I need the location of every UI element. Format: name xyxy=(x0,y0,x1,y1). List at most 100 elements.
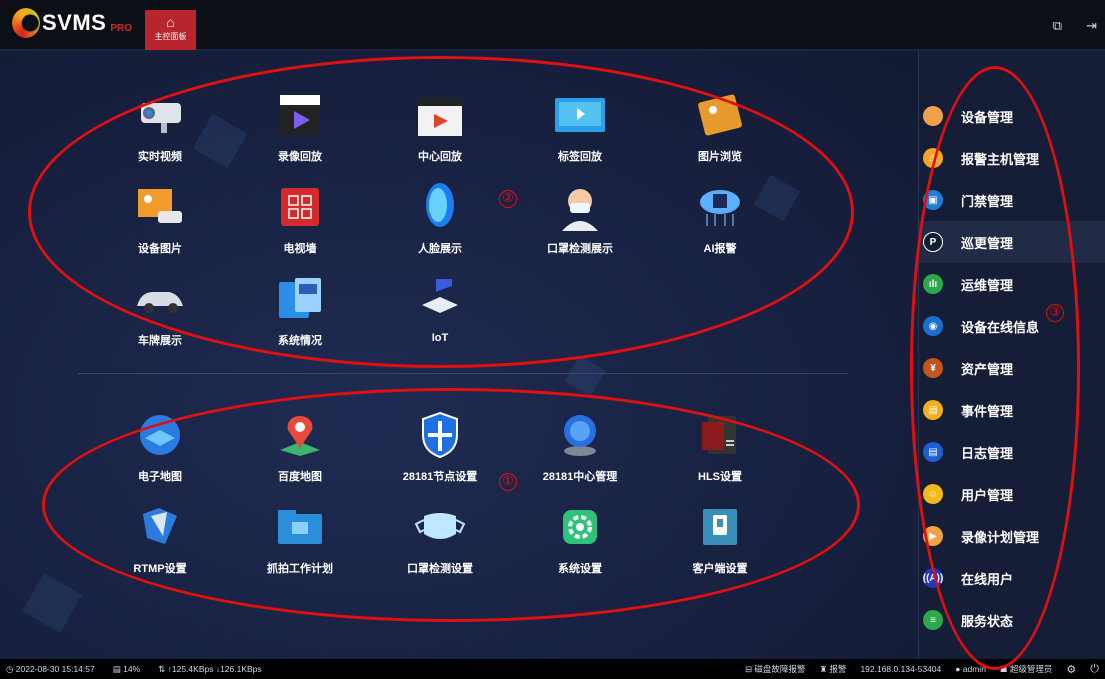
folder-icon xyxy=(272,501,328,553)
app-tile[interactable]: 录像回放 xyxy=(230,89,370,181)
app-tile-label: 电子地图 xyxy=(138,471,182,483)
iot-icon xyxy=(412,273,468,325)
sidebar-item[interactable]: ⚠ 报警主机管理 xyxy=(919,137,1105,179)
settings-gear-icon[interactable]: ⚙ xyxy=(1066,663,1076,676)
app-tile-label: 28181节点设置 xyxy=(402,471,478,483)
client-icon xyxy=(692,501,748,553)
user-role: ☗ 超级管理员 xyxy=(1000,663,1053,675)
disk-alarm-label: 磁盘故障报警 xyxy=(754,664,806,674)
disk-alarm[interactable]: ⊟ 磁盘故障报警 xyxy=(745,663,806,675)
app-grid-top: 实时视频 录像回放 中心回放 标签回放 图片浏览设备图片 电视墙 人脸展示 口罩检测展示 AI报… xyxy=(90,89,790,365)
sidebar-item[interactable]: ▣ 门禁管理 xyxy=(919,179,1105,221)
status-cpu: 14% xyxy=(123,663,141,674)
app-tile-label: 标签回放 xyxy=(558,151,602,163)
shield-icon xyxy=(412,409,468,461)
gear-icon xyxy=(552,501,608,553)
top-bar: SVMS PRO ⌂ 主控面板 ⧉ ⇥ xyxy=(0,0,1105,50)
sidebar-item[interactable]: ◉ 设备在线信息 xyxy=(919,305,1105,347)
app-tile[interactable]: 抓拍工作计划 xyxy=(230,501,370,593)
sidebar-item-label: 日志管理 xyxy=(961,445,1014,461)
app-tile-label: 设备图片 xyxy=(138,243,182,255)
app-tile[interactable]: 实时视频 xyxy=(90,89,230,181)
status-network: ↑125.4KBps ↓126.1KBps xyxy=(167,663,262,674)
app-tile-label: 抓拍工作计划 xyxy=(267,563,333,575)
network-icon: ⇅ xyxy=(158,663,168,674)
sidebar-menu: 设备管理 ⚠ 报警主机管理 ▣ 门禁管理 P 巡更管理 ılı 运维管理 ◉ 设备在线信息 ¥ 资产管理… xyxy=(918,51,1105,659)
app-tile[interactable]: 28181中心管理 xyxy=(510,409,650,501)
app-tile[interactable]: 系统情况 xyxy=(230,273,370,365)
app-tile-label: 录像回放 xyxy=(278,151,322,163)
role-icon: ☗ xyxy=(999,664,1010,674)
sidebar-item-icon: ılı xyxy=(923,274,943,294)
sidebar-item[interactable]: P 巡更管理 xyxy=(919,221,1105,263)
app-tile-label: 中心回放 xyxy=(418,151,462,163)
sidebar-item-icon: ◉ xyxy=(923,316,943,336)
camera-icon xyxy=(132,89,188,141)
tv-wall-icon xyxy=(272,181,328,233)
annotation-number-1: ① xyxy=(499,473,517,491)
sidebar-item[interactable]: 设备管理 xyxy=(919,95,1105,137)
app-tile[interactable]: 人脸展示 xyxy=(370,181,510,273)
network-info: ⇅ ↑125.4KBps ↓126.1KBps xyxy=(158,664,262,675)
sidebar-item-label: 报警主机管理 xyxy=(961,151,1040,167)
sidebar-item[interactable]: ¥ 资产管理 xyxy=(919,347,1105,389)
sidebar-item[interactable]: ((A)) 在线用户 xyxy=(919,557,1105,599)
app-tile[interactable]: 28181节点设置 xyxy=(370,409,510,501)
sidebar-item[interactable]: ≡ 服务状态 xyxy=(919,599,1105,641)
app-tile[interactable]: 中心回放 xyxy=(370,89,510,181)
app-tile-label: 口罩检测展示 xyxy=(547,243,613,255)
app-tile[interactable]: RTMP设置 xyxy=(90,501,230,593)
cpu-info: ▤ 14% xyxy=(113,664,140,675)
section-divider xyxy=(78,373,848,374)
map-pin-icon xyxy=(272,409,328,461)
power-icon[interactable]: ⏻ xyxy=(1090,663,1099,676)
sidebar-item[interactable]: ▶ 录像计划管理 xyxy=(919,515,1105,557)
annotation-number-3: ③ xyxy=(1046,304,1064,322)
user-name: admin xyxy=(962,664,986,674)
logo-pro: PRO xyxy=(110,22,133,34)
app-tile[interactable]: HLS设置 xyxy=(650,409,790,501)
app-tile[interactable]: 客户端设置 xyxy=(650,501,790,593)
app-tile[interactable]: 标签回放 xyxy=(510,89,650,181)
emap-icon xyxy=(132,409,188,461)
sidebar-item-icon: ((A)) xyxy=(923,568,943,588)
sidebar-item-icon xyxy=(923,106,943,126)
app-tile[interactable]: 百度地图 xyxy=(230,409,370,501)
tab-home[interactable]: ⌂ 主控面板 xyxy=(145,10,196,50)
sidebar-item[interactable]: ▤ 日志管理 xyxy=(919,431,1105,473)
current-user[interactable]: ● admin xyxy=(955,664,986,674)
app-tile[interactable]: 电视墙 xyxy=(230,181,370,273)
window-restore-icon[interactable]: ⧉ xyxy=(1053,18,1062,34)
role-label: 超级管理员 xyxy=(1009,664,1053,674)
video-playback-icon xyxy=(272,89,328,141)
app-tile[interactable]: 口罩检测展示 xyxy=(510,181,650,273)
app-tile[interactable]: 系统设置 xyxy=(510,501,650,593)
sidebar-item-label: 事件管理 xyxy=(961,403,1014,419)
sidebar-item-icon: P xyxy=(923,232,943,252)
app-tile[interactable]: 设备图片 xyxy=(90,181,230,273)
status-bar: ◷ 2022-08-30 15:14:57 ▤ 14% ⇅ ↑125.4KBps… xyxy=(0,659,1105,679)
ai-cloud-icon xyxy=(692,181,748,233)
face-icon xyxy=(412,181,468,233)
sidebar-item-icon: ▤ xyxy=(923,400,943,420)
app-tile-label: 车牌展示 xyxy=(138,335,182,347)
server-address: 192.168.0.134-53404 xyxy=(860,664,942,674)
app-tile[interactable]: IoT xyxy=(370,273,510,365)
mask-person-icon xyxy=(552,181,608,233)
app-tile[interactable]: AI报警 xyxy=(650,181,790,273)
alarm-indicator[interactable]: ♜ 报警 xyxy=(819,663,846,675)
main-panel: 实时视频 录像回放 中心回放 标签回放 图片浏览设备图片 电视墙 人脸展示 口罩检测展示 AI报… xyxy=(0,51,918,659)
logout-icon[interactable]: ⇥ xyxy=(1086,18,1097,34)
mask-icon xyxy=(412,501,468,553)
app-tile[interactable]: 图片浏览 xyxy=(650,89,790,181)
sidebar-item-label: 运维管理 xyxy=(961,277,1014,293)
sidebar-item[interactable]: ☺ 用户管理 xyxy=(919,473,1105,515)
sidebar-item[interactable]: ılı 运维管理 xyxy=(919,263,1105,305)
app-tile[interactable]: 车牌展示 xyxy=(90,273,230,365)
app-tile[interactable]: 电子地图 xyxy=(90,409,230,501)
app-grid-bottom: 电子地图 百度地图 28181节点设置 28181中心管理 HLS设置 RTMP设置 抓拍工… xyxy=(90,409,790,593)
sidebar-item[interactable]: ▤ 事件管理 xyxy=(919,389,1105,431)
sidebar-item-icon: ▤ xyxy=(923,442,943,462)
disk-icon: ⊟ xyxy=(744,664,755,674)
app-tile[interactable]: 口罩检测设置 xyxy=(370,501,510,593)
